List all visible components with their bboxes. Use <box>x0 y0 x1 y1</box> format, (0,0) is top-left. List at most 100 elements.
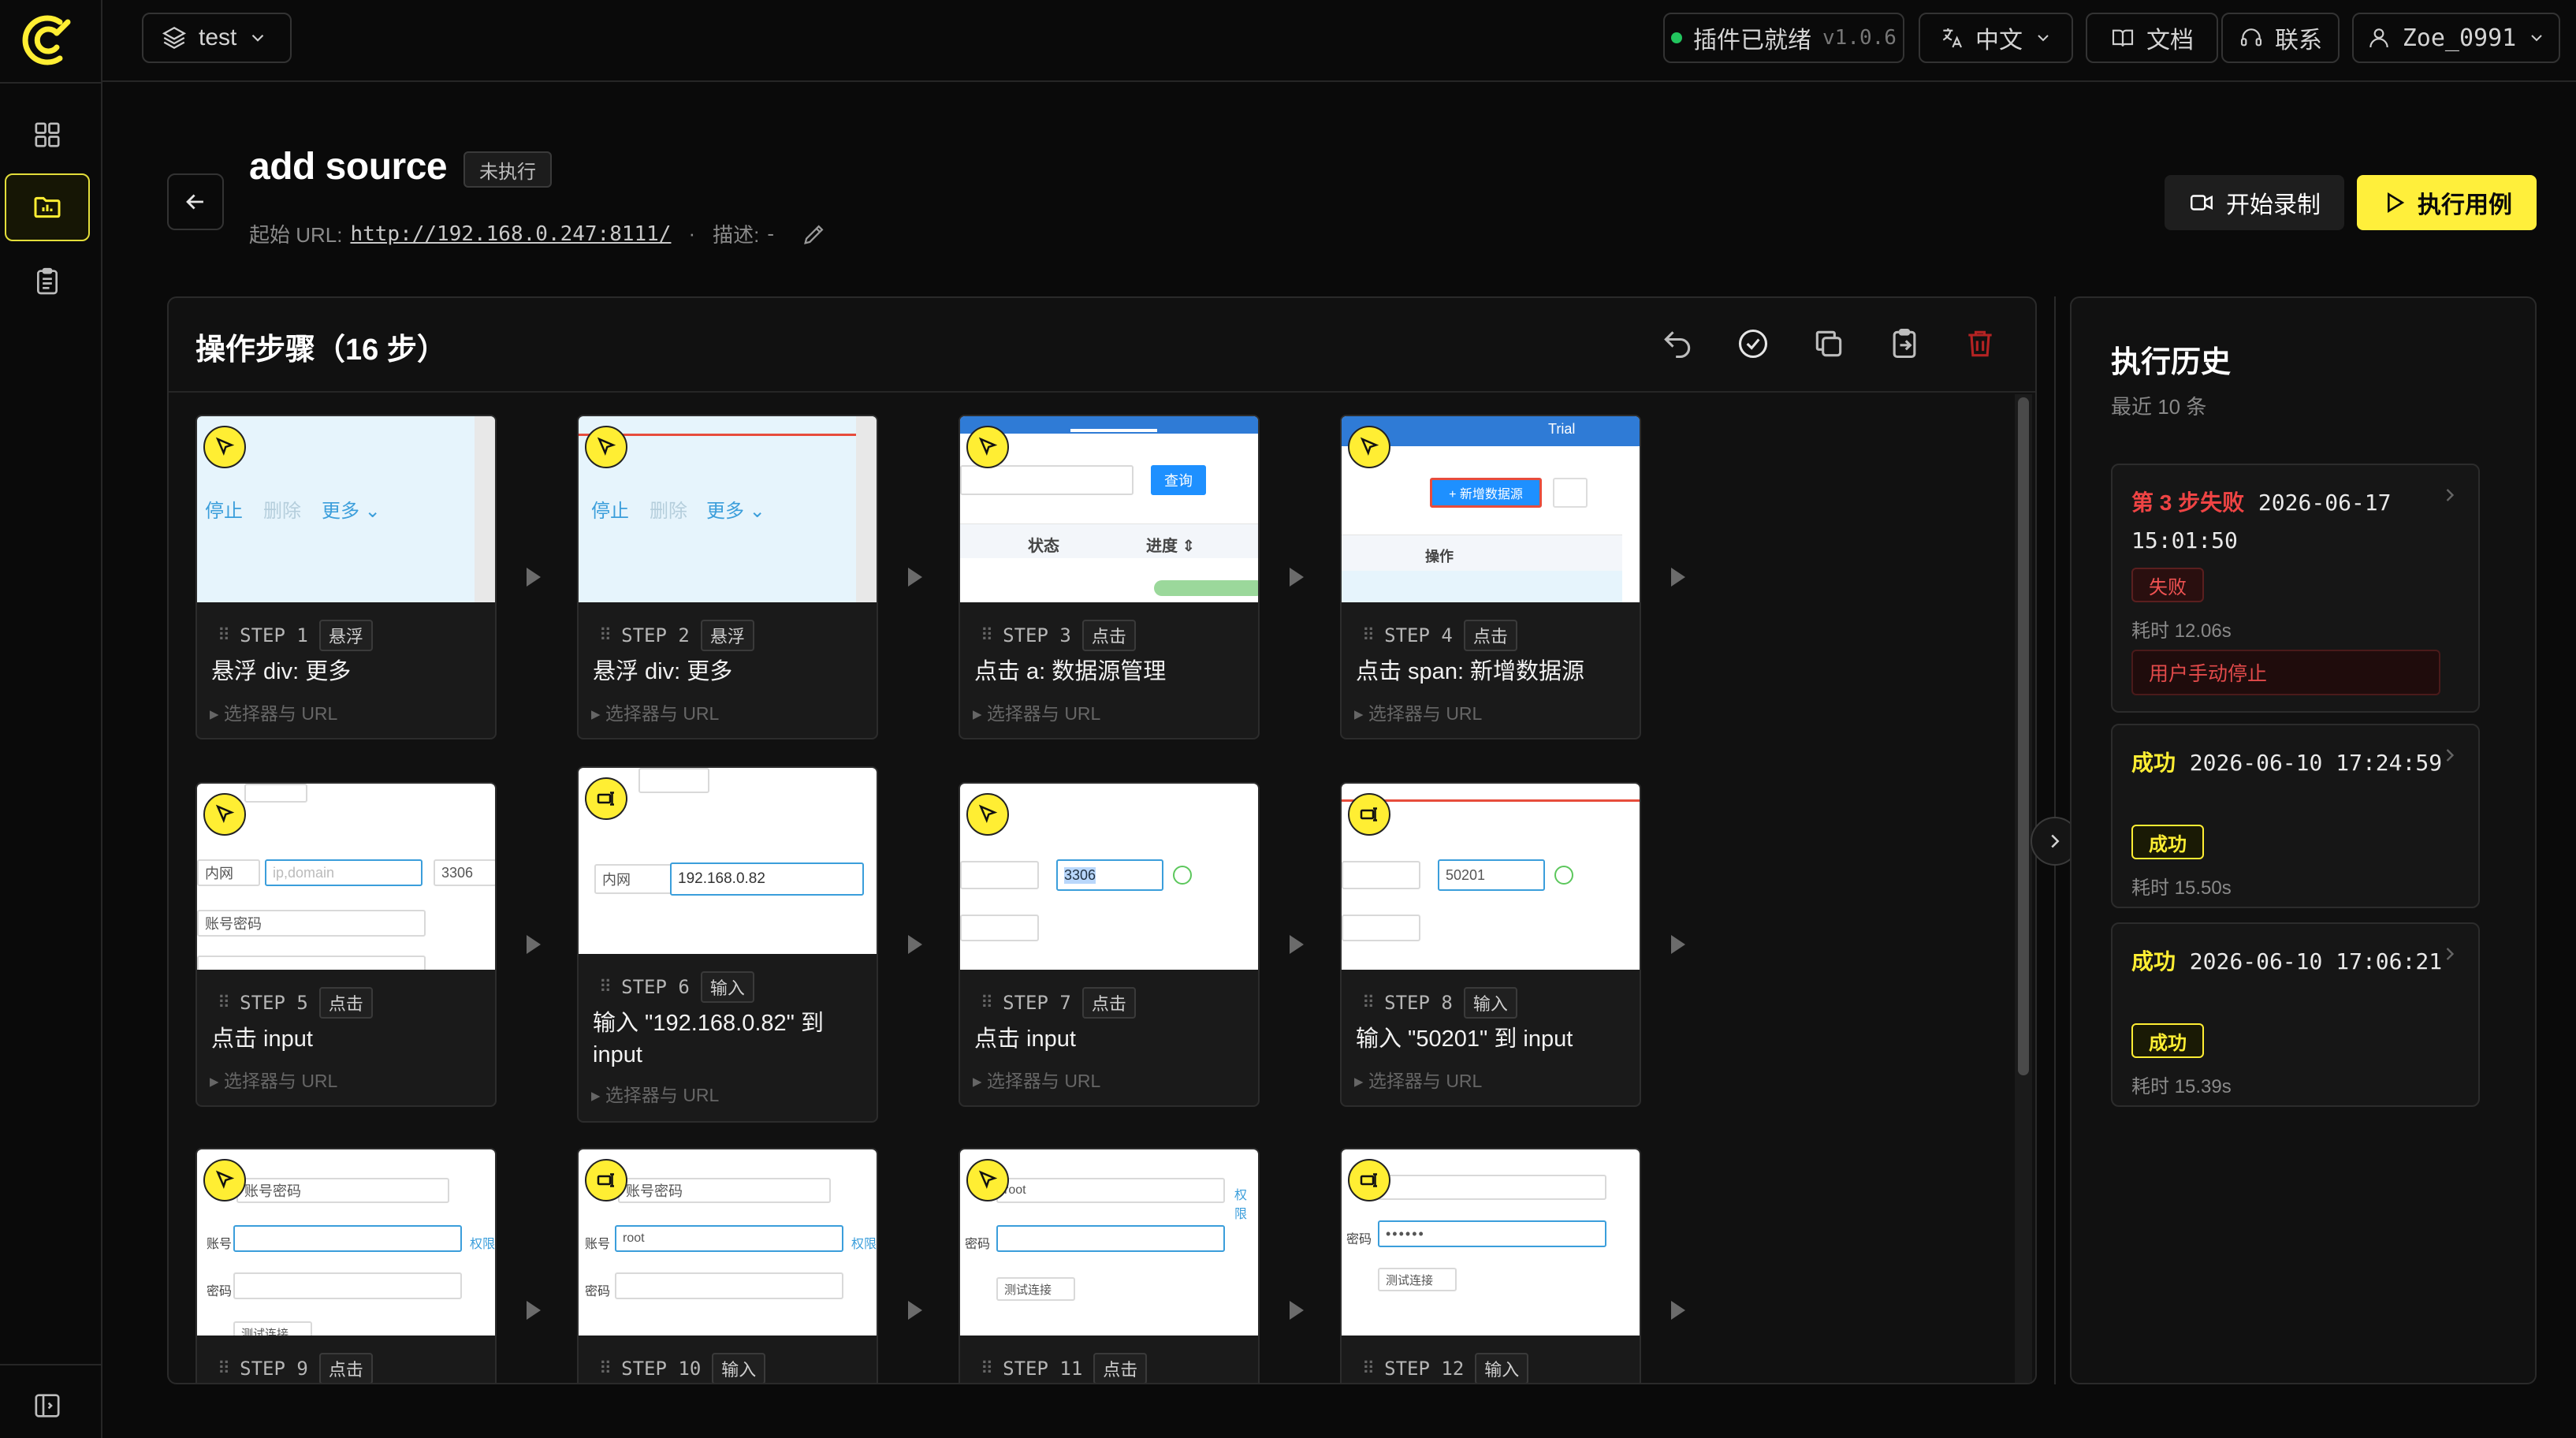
user-name: Zoe_0991 <box>2402 24 2517 52</box>
step-meta: ⠿ STEP 10 输入 <box>599 1353 766 1383</box>
plugin-status-indicator[interactable]: 插件已就绪 v1.0.6 <box>1663 13 1904 63</box>
drag-handle-icon[interactable]: ⠿ <box>218 1359 230 1379</box>
trash-icon[interactable] <box>1963 326 1997 361</box>
step-card-1[interactable]: 停止 删除 更多 ⌄ ⠿ STEP 1 悬浮 悬浮 div: 更多 ▸ 选择器与 U… <box>195 415 497 739</box>
history-panel: 执行历史 最近 10 条 第 3 步失败 2026-06-17 15:01:50… <box>2070 296 2537 1384</box>
copy-icon[interactable] <box>1811 326 1846 361</box>
start-recording-button[interactable]: 开始录制 <box>2165 175 2344 230</box>
chevron-right-icon <box>2446 489 2455 501</box>
history-item-header: 第 3 步失败 2026-06-17 15:01:50 <box>2131 484 2447 560</box>
app-logo-icon[interactable] <box>19 14 74 66</box>
step-card-11[interactable]: root 权限 密码 测试连接 ⠿ STEP 11 点击 <box>959 1148 1260 1383</box>
drag-handle-icon[interactable]: ⠿ <box>1362 626 1375 646</box>
thumb-text: Trial <box>1548 421 1576 437</box>
thumb-text: 删除 <box>263 501 301 522</box>
nav-dashboard-button[interactable] <box>5 101 90 169</box>
nav-cases-button[interactable] <box>5 173 90 241</box>
nav-reports-button[interactable] <box>5 248 90 315</box>
thumb-text: 删除 <box>650 501 687 522</box>
history-time: 2026-06-10 17:24:59 <box>2189 750 2443 776</box>
contact-button[interactable]: 联系 <box>2221 13 2340 63</box>
step-card-3[interactable]: 查询 状态 进度 ⇕ ⠿ STEP 3 点击 点击 a: 数据源管理 ▸ 选择器与 … <box>959 415 1260 739</box>
thumb-text: root <box>996 1178 1225 1203</box>
selector-toggle[interactable]: ▸ 选择器与 URL <box>973 699 1100 725</box>
step-meta: ⠿ STEP 11 点击 <box>981 1353 1148 1383</box>
history-error-note: 用户手动停止 <box>2131 650 2440 695</box>
plugin-status-label: 插件已就绪 <box>1693 28 1812 54</box>
headset-icon <box>2240 28 2262 47</box>
folder-chart-icon <box>34 196 61 218</box>
selector-toggle[interactable]: ▸ 选择器与 URL <box>591 1080 719 1107</box>
drag-handle-icon[interactable]: ⠿ <box>981 626 993 646</box>
step-card-10[interactable]: 账号密码 账号 root 权限 密码 ⠿ STEP 10 输入 <box>577 1148 878 1383</box>
step-card-4[interactable]: Trial + 新增数据源 操作 ⠿ STEP 4 点击 点击 span: 新增数据… <box>1340 415 1641 739</box>
history-item[interactable]: 第 3 步失败 2026-06-17 15:01:50 失败 耗时 12.06s… <box>2111 464 2480 713</box>
step-description: 点击 input <box>974 1026 1076 1052</box>
user-menu[interactable]: Zoe_0991 <box>2352 13 2560 63</box>
keyboard-input-icon <box>585 1159 627 1201</box>
url-label: 起始 URL: <box>249 223 343 247</box>
selector-toggle[interactable]: ▸ 选择器与 URL <box>973 1066 1100 1093</box>
edit-pencil-icon[interactable] <box>801 221 828 248</box>
run-case-button[interactable]: 执行用例 <box>2357 175 2537 230</box>
step-type-badge: 点击 <box>1081 987 1136 1019</box>
step-card-8[interactable]: 50201 ⠿ STEP 8 输入 输入 "50201" 到 input ▸ 选择器… <box>1340 782 1641 1107</box>
chevron-down-icon <box>252 34 264 42</box>
selector-toggle[interactable]: ▸ 选择器与 URL <box>210 1066 337 1093</box>
history-state: 成功 <box>2131 751 2176 775</box>
book-icon <box>2112 29 2134 47</box>
docs-button[interactable]: 文档 <box>2086 13 2218 63</box>
start-url-link[interactable]: http://192.168.0.247:8111/ <box>350 222 671 246</box>
selector-toggle[interactable]: ▸ 选择器与 URL <box>591 699 719 725</box>
project-selector[interactable]: test <box>142 13 292 63</box>
drag-handle-icon[interactable]: ⠿ <box>981 1359 993 1379</box>
step-card-12[interactable]: 密码 •••••• 测试连接 ⠿ STEP 12 输入 <box>1340 1148 1641 1383</box>
selector-toggle[interactable]: ▸ 选择器与 URL <box>210 699 337 725</box>
drag-handle-icon[interactable]: ⠿ <box>599 978 612 997</box>
step-number: STEP 5 <box>240 992 308 1014</box>
step-card-2[interactable]: 停止 删除 更多 ⌄ ⠿ STEP 2 悬浮 悬浮 div: 更多 ▸ 选择器与 U… <box>577 415 878 739</box>
step-type-badge: 输入 <box>1463 987 1517 1019</box>
flow-arrow-icon <box>908 568 922 587</box>
run-case-label: 执行用例 <box>2418 192 2512 218</box>
thumb-text: + 新增数据源 <box>1430 478 1542 508</box>
drag-handle-icon[interactable]: ⠿ <box>1362 1359 1375 1379</box>
drag-handle-icon[interactable]: ⠿ <box>599 626 612 646</box>
export-icon[interactable] <box>1887 326 1922 361</box>
language-selector[interactable]: 中文 <box>1919 13 2073 63</box>
step-meta: ⠿ STEP 2 悬浮 <box>599 620 754 651</box>
step-card-7[interactable]: 3306 ⠿ STEP 7 点击 点击 input ▸ 选择器与 URL <box>959 782 1260 1107</box>
step-card-5[interactable]: 内网 ip,domain 3306 账号密码 ⠿ STEP 5 点击 点击 inpu… <box>195 782 497 1107</box>
history-subtitle: 最近 10 条 <box>2111 395 2207 419</box>
back-button[interactable] <box>167 173 224 230</box>
flow-arrow-icon <box>908 1301 922 1320</box>
history-item[interactable]: 成功 2026-06-10 17:06:21 成功 耗时 15.39s <box>2111 922 2480 1107</box>
contact-label: 联系 <box>2275 28 2322 54</box>
steps-scrollbar-thumb[interactable] <box>2018 397 2029 1075</box>
drag-handle-icon[interactable]: ⠿ <box>218 626 230 646</box>
selector-toggle[interactable]: ▸ 选择器与 URL <box>1354 699 1482 725</box>
steps-panel-header: 操作步骤（16 步） <box>169 298 2035 393</box>
step-meta: ⠿ STEP 12 输入 <box>1362 1353 1529 1383</box>
thumb-text: 密码 <box>1346 1233 1372 1246</box>
pointer-icon <box>966 1159 1009 1201</box>
step-card-9[interactable]: 账号密码 账号 权限 密码 测试连接 ⠿ STEP 9 点击 <box>195 1148 497 1383</box>
drag-handle-icon[interactable]: ⠿ <box>981 993 993 1013</box>
undo-icon[interactable] <box>1660 326 1695 361</box>
drag-handle-icon[interactable]: ⠿ <box>1362 993 1375 1013</box>
toggle-sidebar-button[interactable] <box>5 1372 90 1438</box>
step-card-6[interactable]: 内网 192.168.0.82 ⠿ STEP 6 输入 输入 "192.168.0.… <box>577 766 878 1123</box>
thumb-text: ip,domain <box>265 859 423 886</box>
video-camera-icon <box>2191 195 2213 210</box>
rail-bottom-divider <box>0 1364 102 1365</box>
step-type-badge: 点击 <box>318 1353 373 1383</box>
pointer-icon <box>966 426 1009 468</box>
sidebar-toggle-icon <box>35 1394 60 1418</box>
selector-toggle[interactable]: ▸ 选择器与 URL <box>1354 1066 1482 1093</box>
check-circle-icon[interactable] <box>1736 326 1770 361</box>
flow-arrow-icon <box>527 1301 541 1320</box>
drag-handle-icon[interactable]: ⠿ <box>599 1359 612 1379</box>
history-state: 成功 <box>2131 949 2176 974</box>
drag-handle-icon[interactable]: ⠿ <box>218 993 230 1013</box>
history-item[interactable]: 成功 2026-06-10 17:24:59 成功 耗时 15.50s <box>2111 724 2480 908</box>
